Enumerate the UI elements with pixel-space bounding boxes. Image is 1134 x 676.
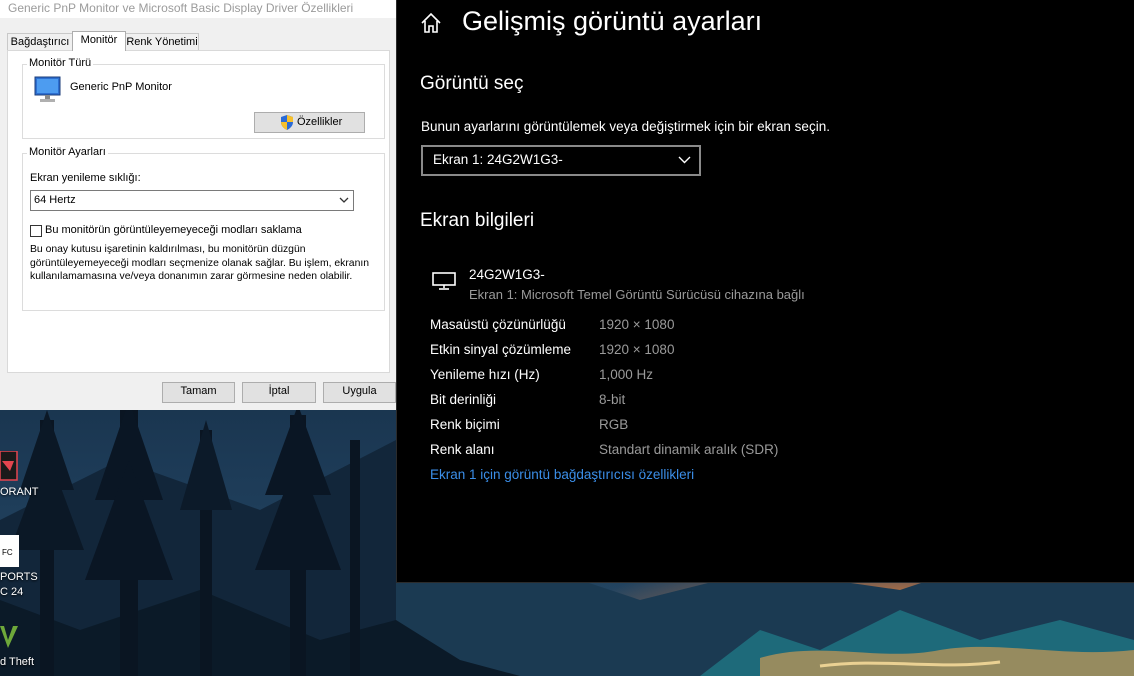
dialog-titlebar[interactable]: Generic PnP Monitor ve Microsoft Basic D… <box>0 0 396 18</box>
desktop-icon-label-fc24[interactable]: PORTS C 24 <box>0 570 38 600</box>
desktop-icon-label-valorant[interactable]: ORANT <box>0 485 39 500</box>
svg-text:FC: FC <box>2 548 13 557</box>
fc24-icon[interactable]: FC <box>0 535 19 567</box>
hide-modes-checkbox[interactable] <box>30 225 42 237</box>
monitor-tab-panel: Monitör Türü Generic PnP Monitor Özellik… <box>7 50 390 373</box>
chevron-down-icon <box>678 156 691 164</box>
monitor-icon <box>34 76 61 102</box>
properties-button-label: Özellikler <box>297 116 343 128</box>
warning-description: Bu onay kutusu işaretinin kaldırılması, … <box>30 243 369 284</box>
apply-button[interactable]: Uygula <box>323 382 396 403</box>
info-value-bit-depth: 8-bit <box>599 392 626 407</box>
info-label-color-format: Renk biçimi <box>430 417 500 432</box>
info-label-color-space: Renk alanı <box>430 442 495 457</box>
monitor-model-name: 24G2W1G3- <box>469 267 545 282</box>
info-label-active-signal: Etkin sinyal çözümleme <box>430 342 572 357</box>
refresh-rate-label: Ekran yenileme sıklığı: <box>30 172 141 184</box>
dialog-title: Generic PnP Monitor ve Microsoft Basic D… <box>8 1 354 15</box>
warning-description-line: görüntüleyemeyeceği modları seçmenize ol… <box>30 257 370 269</box>
ok-button[interactable]: Tamam <box>162 382 235 403</box>
warning-description-line: Bu onay kutusu işaretinin kaldırılması, … <box>30 244 306 255</box>
refresh-rate-select[interactable]: 64 Hertz <box>30 190 354 211</box>
monitor-connection-subtitle: Ekran 1: Microsoft Temel Görüntü Sürücüs… <box>469 287 805 302</box>
warning-description-line: kullanılamamasına ve/veya donanımın zara… <box>30 271 353 282</box>
monitor-type-legend: Monitör Türü <box>27 57 94 69</box>
tree-silhouettes <box>10 400 341 580</box>
hide-modes-label[interactable]: Bu monitörün görüntüleyemeyeceği modları… <box>45 224 302 236</box>
chevron-down-icon <box>339 197 349 203</box>
page-title: Gelişmiş görüntü ayarları <box>462 6 763 36</box>
advanced-display-settings-window: Gelişmiş görüntü ayarları Görüntü seç Bu… <box>396 0 1134 583</box>
shield-icon <box>281 115 293 130</box>
info-value-desktop-resolution: 1920 × 1080 <box>599 317 675 332</box>
display-select[interactable]: Ekran 1: 24G2W1G3- <box>421 145 701 176</box>
info-label-refresh-rate: Yenileme hızı (Hz) <box>430 367 540 382</box>
monitor-name: Generic PnP Monitor <box>70 81 172 93</box>
monitor-settings-legend: Monitör Ayarları <box>27 146 108 158</box>
adapter-properties-link[interactable]: Ekran 1 için görüntü bağdaştırıcısı özel… <box>430 467 694 482</box>
cancel-button[interactable]: İptal <box>242 382 316 403</box>
info-value-active-signal: 1920 × 1080 <box>599 342 675 357</box>
desktop-icon-label-line: PORTS <box>0 571 38 583</box>
desktop-icon-label-line: C 24 <box>0 586 24 598</box>
select-display-description: Bunun ayarlarını görüntülemek veya değiş… <box>421 119 830 134</box>
info-value-color-format: RGB <box>599 417 629 432</box>
info-value-refresh-rate: 1,000 Hz <box>599 367 654 382</box>
tab-color-management[interactable]: Renk Yönetimi <box>125 33 199 50</box>
home-icon[interactable] <box>420 12 442 34</box>
properties-button[interactable]: Özellikler <box>254 112 365 133</box>
valorant-icon[interactable] <box>0 451 18 481</box>
monitor-icon <box>432 272 456 290</box>
refresh-rate-value: 64 Hertz <box>34 194 76 206</box>
info-value-color-space: Standart dinamik aralık (SDR) <box>599 442 779 457</box>
monitor-properties-dialog: Generic PnP Monitor ve Microsoft Basic D… <box>0 0 397 410</box>
tab-adapter[interactable]: Bağdaştırıcı <box>7 33 73 50</box>
select-display-heading: Görüntü seç <box>420 73 524 94</box>
gta-icon[interactable] <box>0 622 20 652</box>
display-info-heading: Ekran bilgileri <box>420 210 535 231</box>
info-label-desktop-resolution: Masaüstü çözünürlüğü <box>430 317 566 332</box>
desktop-icon-label-gta[interactable]: d Theft <box>0 655 34 670</box>
tab-monitor[interactable]: Monitör <box>72 31 126 51</box>
info-label-bit-depth: Bit derinliği <box>430 392 497 407</box>
display-select-value: Ekran 1: 24G2W1G3- <box>433 152 563 167</box>
